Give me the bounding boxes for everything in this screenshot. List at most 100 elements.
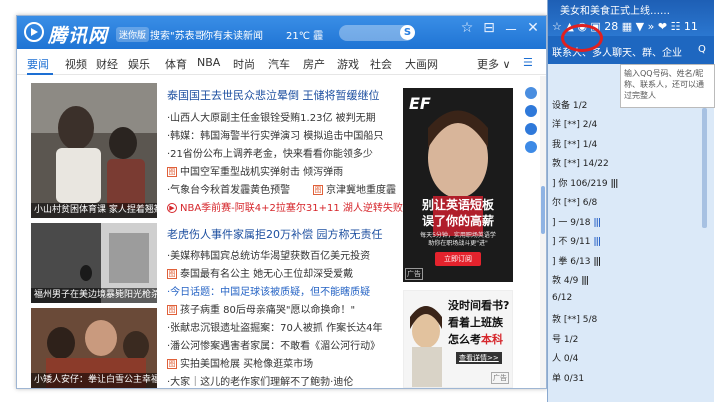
contact-group-row[interactable]: 敦 [**] 14/22 (548, 156, 714, 169)
contact-group-row[interactable]: 洋 [**] 2/4 (548, 117, 714, 130)
news-link-text: 京津冀地重度霾 (326, 185, 396, 196)
photo-tag-icon: 图 (313, 185, 323, 195)
ad-line3: 怎么考本科 (448, 331, 503, 347)
news-link-text: NBA季前赛-阿联4+2拉塞尔31+11 湖人逆转失败 (180, 203, 403, 214)
contact-group-row[interactable]: 单 0/31 (548, 371, 714, 384)
play-icon[interactable] (525, 123, 537, 135)
photo-tag-icon: 图 (167, 269, 177, 279)
tab-house[interactable]: 房产 (303, 56, 325, 72)
ad-tag: 广告 (491, 372, 509, 384)
qq-news-icon[interactable] (525, 105, 537, 117)
news-link[interactable]: ·气象台今秋首发霾黄色预警 (167, 181, 290, 196)
ad-banner-english[interactable]: EF 别让英语短板 误了你的高薪 每天5分钟，实用职场英语学 助你在职场战斗更"… (403, 88, 513, 282)
contact-group-row[interactable]: ] 不 9/11 ||| (548, 234, 714, 247)
thumbnail-image-kids (31, 83, 157, 218)
thumbnail-caption: 福州男子在美边境暴毙阳光枪杀 (31, 288, 157, 303)
ad-subtitle: 每天5分钟，实用职场英语学 助你在职场战斗更"进" (420, 232, 496, 247)
search-icon[interactable]: Q (698, 44, 706, 55)
contact-group-row[interactable]: 敦 [**] 5/8 (548, 312, 714, 325)
news-link[interactable]: ·21省份公布上调养老金，快来看看你能领多少 (167, 145, 373, 160)
menu-icon[interactable]: ☰ (523, 56, 533, 69)
ad-subscribe-button[interactable]: 立即订阅 (435, 252, 481, 266)
pin-button[interactable]: ☆ (459, 20, 475, 36)
news-link-photo[interactable]: 图孩子病重 80后母亲痛哭"愿以命换命！" (167, 301, 355, 316)
tab-nba[interactable]: NBA (197, 56, 220, 69)
news-link-photo[interactable]: 图泰国最有名公主 她无心王位却深受爱戴 (167, 265, 353, 280)
thumbnail-caption: 小矮人安仔：拳让白雪公主幸福 (31, 373, 157, 388)
news-window: 腾讯网 迷你版 搜索"苏表哥 你有未读新闻 21℃ 霾 S ☆ ⊟ － ✕ 要闻… (16, 15, 547, 389)
contact-group-row[interactable]: 敦 4/9 ||| (548, 273, 714, 286)
unread-news-link[interactable]: 你有未读新闻 (203, 27, 263, 42)
contact-group-row[interactable]: 6/12 (548, 293, 714, 303)
contact-group-row[interactable]: ] 拳 6/13 ||| (548, 254, 714, 267)
news-link-photo[interactable]: 图中国空军重型战机实弹射击 倾泻弹雨 (167, 163, 343, 178)
ad-more-link[interactable]: 查看详情>> (456, 352, 502, 364)
news-link[interactable]: ·今日话题：中国足球该被质疑，但不能瞎质疑 (167, 283, 370, 298)
search-icon[interactable]: S (400, 25, 415, 40)
contact-group-row[interactable]: 我 [**] 1/4 (548, 137, 714, 150)
signal-bars-icon: ||| (593, 218, 601, 228)
tab-society[interactable]: 社会 (370, 56, 392, 72)
search-hint[interactable]: 搜索"苏表哥 (150, 27, 205, 42)
ad-title-line1: 别让英语短板 (421, 198, 494, 212)
scrollbar-thumb[interactable] (541, 186, 545, 234)
tab-entertainment[interactable]: 娱乐 (128, 56, 150, 72)
qq-news-ticker[interactable]: 美女和美食正式上线…… (560, 2, 670, 17)
contact-group-row[interactable]: ] 一 9/18 ||| (548, 215, 714, 228)
news-link[interactable]: ·大家｜这儿的老作家们理解不了鲍勃·迪伦 (167, 373, 353, 388)
app-logo: 腾讯网 (48, 25, 109, 47)
tab-games[interactable]: 游戏 (337, 56, 359, 72)
play-circle-icon: ▶ (167, 203, 177, 213)
minimize-button[interactable]: － (503, 20, 519, 40)
contact-group-row[interactable]: ] 你 106/219 ||| (548, 176, 714, 189)
tab-yaowen[interactable]: 要闻 (27, 56, 49, 72)
news-link-text: 孩子病重 80后母亲痛哭"愿以命换命！" (180, 305, 356, 316)
desktop: 腾讯网 迷你版 搜索"苏表哥 你有未读新闻 21℃ 霾 S ☆ ⊟ － ✕ 要闻… (0, 0, 724, 402)
highlight-circle (561, 24, 603, 52)
tab-dahuawang[interactable]: 大画网 (405, 56, 438, 72)
photo-tag-icon: 图 (167, 167, 177, 177)
news-link-photo[interactable]: 图京津冀地重度霾 (313, 181, 396, 196)
channel-nav: 要闻 视频 财经 娱乐 体育 NBA 时尚 汽车 房产 游戏 社会 大画网 更多… (17, 49, 546, 75)
tab-finance[interactable]: 财经 (96, 56, 118, 72)
ad-line3-highlight: 本科 (481, 333, 503, 346)
news-thumbnail[interactable]: 福州男子在美边境暴毙阳光枪杀 (31, 223, 157, 303)
ad-line1: 没时间看书? (448, 299, 510, 312)
news-link-text: 实拍美国枪展 买枪像逛菜市场 (180, 359, 314, 370)
news-link-photo[interactable]: 图实拍美国枪展 买枪像逛菜市场 (167, 355, 313, 370)
news-link[interactable]: ·韩媒：韩国海警半行实弹演习 模拟追击中国船只 (167, 127, 383, 142)
contact-group-label: ] 拳 6/13 (552, 257, 591, 267)
skin-button[interactable]: ⊟ (481, 20, 497, 36)
signal-bars-icon: ||| (593, 257, 601, 267)
contact-group-label: ] 你 106/219 (552, 179, 608, 189)
news-link[interactable]: ·山西人大原副主任金银铨受贿1.23亿 被判无期 (167, 109, 376, 124)
news-thumbnail[interactable]: 小山村贫困体育课 家人捏着翘翘 (31, 83, 157, 218)
title-bar[interactable]: 腾讯网 迷你版 搜索"苏表哥 你有未读新闻 21℃ 霾 S ☆ ⊟ － ✕ (17, 16, 546, 49)
weather-label[interactable]: 21℃ 霾 (286, 27, 323, 42)
close-button[interactable]: ✕ (525, 20, 541, 36)
news-thumbnail[interactable]: 小矮人安仔：拳让白雪公主幸福 (31, 308, 157, 388)
tab-video[interactable]: 视频 (65, 56, 87, 72)
news-link-text: 中国空军重型战机实弹射击 倾泻弹雨 (180, 167, 344, 178)
news-link[interactable]: ·潘公河惨案遇害者家属：不敢看《湄公河行动》 (167, 337, 380, 352)
tab-fashion[interactable]: 时尚 (233, 56, 255, 72)
headline-link[interactable]: 泰国国王去世民众悲泣晕倒 王储将暂缓继位 (167, 87, 380, 103)
more-tabs-button[interactable]: 更多 ∨ (477, 56, 511, 72)
news-link[interactable]: ·美媒称韩国宾总统访华渴望获数百亿美元投资 (167, 247, 370, 262)
photo-tag-icon: 图 (167, 305, 177, 315)
shield-icon[interactable] (525, 87, 537, 99)
tab-sports[interactable]: 体育 (165, 56, 187, 72)
nba-live-link[interactable]: ▶ NBA季前赛-阿联4+2拉塞尔31+11 湖人逆转失败 (167, 199, 403, 214)
ad-banner-degree[interactable]: 没时间看书? 看着上班族 怎么考本科 查看详情>> 广告 (403, 290, 513, 388)
news-link[interactable]: ·张献忠沉银遗址盗掘案：70人被抓 作案长达4年 (167, 319, 382, 334)
gear-icon[interactable] (525, 141, 537, 153)
signal-bars-icon: ||| (610, 179, 619, 189)
news-link-text: 泰国最有名公主 她无心王位却深受爱戴 (180, 269, 354, 280)
ad-line3-text: 怎么考 (448, 333, 481, 346)
contact-group-row[interactable]: 号 1/2 (548, 332, 714, 345)
headline-link[interactable]: 老虎伤人事件家属拒20万补偿 园方称无责任 (167, 226, 383, 242)
contact-group-row[interactable]: 人 0/4 (548, 351, 714, 364)
contact-group-row[interactable]: 尔 [**] 6/8 (548, 195, 714, 208)
contact-group-row[interactable]: 设备 1/2 (548, 98, 714, 111)
tab-auto[interactable]: 汽车 (268, 56, 290, 72)
